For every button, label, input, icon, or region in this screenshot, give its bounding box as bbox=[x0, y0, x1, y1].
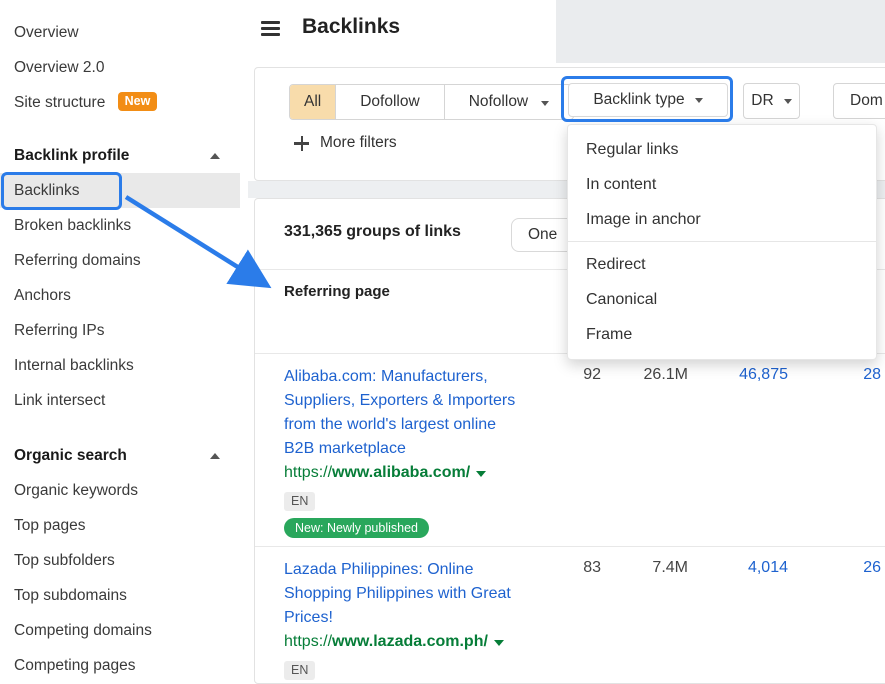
language-badge: EN bbox=[284, 492, 315, 511]
sidebar-item-site-structure[interactable]: Site structure New bbox=[0, 85, 240, 120]
referring-page-title-link[interactable]: Alibaba.com: Manufacturers, Suppliers, E… bbox=[284, 365, 530, 461]
chevron-down-icon bbox=[695, 98, 703, 103]
filter-dofollow-button[interactable]: Dofollow bbox=[336, 85, 444, 119]
sidebar-section-label: Backlink profile bbox=[14, 147, 129, 164]
page-background-band bbox=[556, 0, 885, 63]
sidebar: Overview Overview 2.0 Site structure New… bbox=[0, 0, 248, 684]
sidebar-section-label: Organic search bbox=[14, 447, 127, 464]
filter-nofollow-label: Nofollow bbox=[469, 93, 528, 110]
plus-icon bbox=[294, 136, 309, 151]
dropdown-item-image-in-anchor[interactable]: Image in anchor bbox=[568, 202, 876, 237]
sidebar-item-competing-pages[interactable]: Competing pages bbox=[0, 648, 240, 683]
filter-nofollow-button[interactable]: Nofollow bbox=[445, 85, 574, 119]
chevron-down-icon bbox=[541, 101, 549, 106]
column-header-referring-page[interactable]: Referring page bbox=[284, 283, 390, 300]
dropdown-list: Redirect Canonical Frame bbox=[568, 247, 876, 352]
chevron-down-icon[interactable] bbox=[494, 640, 504, 646]
dropdown-divider bbox=[568, 241, 876, 242]
sidebar-item-label: Top subdomains bbox=[14, 587, 127, 604]
dr-value: 83 bbox=[531, 559, 601, 577]
sidebar-nav: Overview Overview 2.0 Site structure New… bbox=[0, 15, 248, 683]
dropdown-list: Regular links In content Image in anchor bbox=[568, 132, 876, 237]
sidebar-item-label: Link intersect bbox=[14, 392, 105, 409]
more-filters-label: More filters bbox=[320, 134, 397, 152]
sidebar-item-overview[interactable]: Overview bbox=[0, 15, 240, 50]
results-summary: 331,365 groups of links bbox=[284, 219, 461, 245]
links-count-link[interactable]: 4,014 bbox=[708, 559, 788, 577]
url-domain: www.alibaba.com/ bbox=[332, 464, 470, 481]
secondary-count-link[interactable]: 26 bbox=[821, 559, 881, 577]
traffic-value: 7.4M bbox=[618, 559, 688, 577]
links-count-link[interactable]: 46,875 bbox=[708, 366, 788, 384]
page-title: Backlinks bbox=[302, 15, 400, 39]
sidebar-item-referring-ips[interactable]: Referring IPs bbox=[0, 313, 240, 348]
sidebar-section-organic-search[interactable]: Organic search bbox=[0, 438, 240, 473]
sidebar-item-broken-backlinks[interactable]: Broken backlinks bbox=[0, 208, 240, 243]
sidebar-item-top-pages[interactable]: Top pages bbox=[0, 508, 240, 543]
backlink-type-filter-button[interactable]: Backlink type bbox=[568, 83, 728, 117]
chevron-up-icon bbox=[210, 153, 220, 159]
dr-value: 92 bbox=[531, 366, 601, 384]
table-row: Alibaba.com: Manufacturers, Suppliers, E… bbox=[284, 365, 530, 538]
sidebar-section-backlink-profile[interactable]: Backlink profile bbox=[0, 138, 240, 173]
sidebar-item-internal-backlinks[interactable]: Internal backlinks bbox=[0, 348, 240, 383]
filter-all-button[interactable]: All bbox=[290, 85, 336, 119]
table-row: Lazada Philippines: Online Shopping Phil… bbox=[284, 558, 530, 680]
sidebar-item-label: Referring domains bbox=[14, 252, 141, 269]
sidebar-item-label: Organic keywords bbox=[14, 482, 138, 499]
referring-page-title-link[interactable]: Lazada Philippines: Online Shopping Phil… bbox=[284, 558, 530, 630]
menu-icon[interactable] bbox=[261, 21, 280, 39]
sidebar-item-label: Anchors bbox=[14, 287, 71, 304]
backlink-type-dropdown: Regular links In content Image in anchor… bbox=[567, 124, 877, 360]
sidebar-item-referring-domains[interactable]: Referring domains bbox=[0, 243, 240, 278]
referring-page-url-link[interactable]: https://www.alibaba.com/ bbox=[284, 461, 530, 485]
sidebar-item-label: Top subfolders bbox=[14, 552, 115, 569]
more-filters-button[interactable]: More filters bbox=[294, 132, 397, 154]
sidebar-item-label: Overview 2.0 bbox=[14, 59, 104, 76]
dropdown-item-canonical[interactable]: Canonical bbox=[568, 282, 876, 317]
chevron-down-icon[interactable] bbox=[476, 471, 486, 477]
sidebar-item-label: Broken backlinks bbox=[14, 217, 131, 234]
newly-published-badge: New: Newly published bbox=[284, 518, 429, 538]
url-prefix: https:// bbox=[284, 464, 332, 481]
follow-segmented-control: All Dofollow Nofollow bbox=[289, 84, 574, 120]
dr-filter-button[interactable]: DR bbox=[743, 83, 800, 119]
backlink-type-label: Backlink type bbox=[593, 91, 684, 109]
divider bbox=[255, 546, 885, 547]
sidebar-item-label: Competing pages bbox=[14, 657, 136, 674]
dropdown-item-in-content[interactable]: In content bbox=[568, 167, 876, 202]
sidebar-item-top-subfolders[interactable]: Top subfolders bbox=[0, 543, 240, 578]
domain-filter-button[interactable]: Dom bbox=[833, 83, 885, 119]
traffic-value: 26.1M bbox=[618, 366, 688, 384]
chevron-down-icon bbox=[784, 99, 792, 104]
secondary-count-link[interactable]: 28 bbox=[821, 366, 881, 384]
sidebar-item-link-intersect[interactable]: Link intersect bbox=[0, 383, 240, 418]
sidebar-item-competing-domains[interactable]: Competing domains bbox=[0, 613, 240, 648]
chevron-up-icon bbox=[210, 453, 220, 459]
dropdown-item-redirect[interactable]: Redirect bbox=[568, 247, 876, 282]
url-prefix: https:// bbox=[284, 633, 332, 650]
language-badge: EN bbox=[284, 661, 315, 680]
dropdown-item-frame[interactable]: Frame bbox=[568, 317, 876, 352]
sidebar-item-overview-2[interactable]: Overview 2.0 bbox=[0, 50, 240, 85]
new-badge: New bbox=[118, 92, 158, 111]
url-domain: www.lazada.com.ph/ bbox=[332, 633, 488, 650]
sidebar-item-backlinks[interactable]: Backlinks bbox=[0, 173, 240, 208]
sidebar-item-label: Referring IPs bbox=[14, 322, 104, 339]
domain-label: Dom bbox=[850, 92, 883, 110]
sidebar-item-label: Backlinks bbox=[14, 182, 79, 199]
sidebar-item-label: Internal backlinks bbox=[14, 357, 134, 374]
referring-page-url-link[interactable]: https://www.lazada.com.ph/ bbox=[284, 630, 530, 654]
sidebar-item-label: Competing domains bbox=[14, 622, 152, 639]
dr-label: DR bbox=[751, 92, 773, 110]
sidebar-item-label: Overview bbox=[14, 24, 79, 41]
sidebar-item-organic-keywords[interactable]: Organic keywords bbox=[0, 473, 240, 508]
sidebar-item-anchors[interactable]: Anchors bbox=[0, 278, 240, 313]
dropdown-item-regular-links[interactable]: Regular links bbox=[568, 132, 876, 167]
sidebar-item-label: Site structure bbox=[14, 94, 105, 111]
sidebar-item-label: Top pages bbox=[14, 517, 86, 534]
sidebar-item-top-subdomains[interactable]: Top subdomains bbox=[0, 578, 240, 613]
